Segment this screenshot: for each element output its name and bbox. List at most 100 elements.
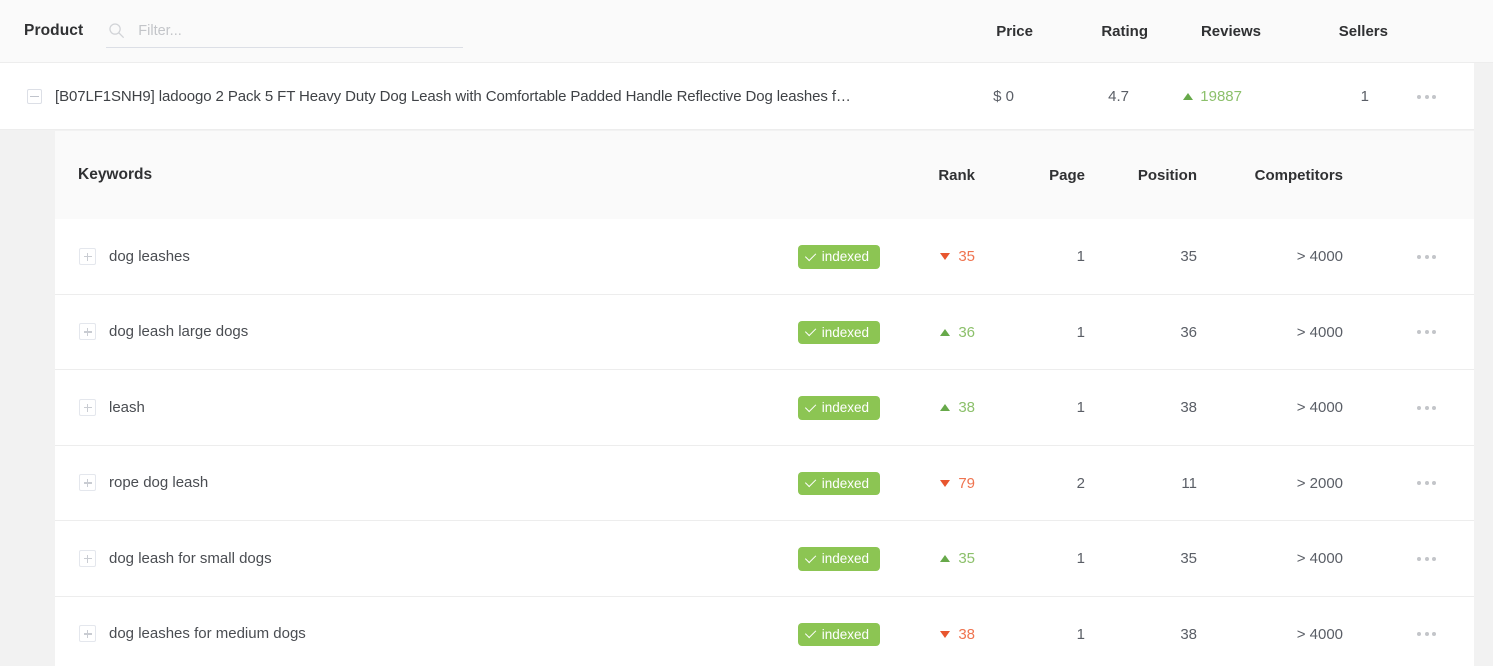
trend-up-icon — [1183, 93, 1194, 100]
expand-row-button[interactable] — [79, 474, 96, 492]
dot — [1432, 405, 1436, 410]
status-badge[interactable]: indexed — [797, 396, 880, 420]
product-sellers: 1 — [1360, 88, 1369, 105]
keyword-row-cells: indexed 35 1 35 > 4000 — [768, 521, 1474, 597]
table-row[interactable]: dog leash for small dogs indexed 35 1 35 > 40… — [55, 521, 1474, 597]
rank-cell: 35 — [888, 248, 1001, 265]
competitors-value: > 2000 — [1296, 474, 1343, 492]
rank-value: 79 — [958, 474, 975, 492]
dot — [1417, 330, 1421, 335]
table-row[interactable]: rope dog leash indexed 79 2 11 > 2000 — [55, 445, 1474, 522]
page-value: 2 — [1076, 474, 1085, 492]
keyword-row-menu-button[interactable] — [1371, 254, 1474, 259]
keyword-label: dog leash for small dogs — [109, 549, 272, 567]
keyword-row-menu-button[interactable] — [1371, 330, 1474, 335]
status-badge[interactable]: indexed — [797, 471, 880, 495]
expand-row-button[interactable] — [79, 247, 96, 265]
status-cell: indexed — [768, 471, 888, 495]
status-badge[interactable]: indexed — [797, 320, 880, 344]
competitors-value: > 4000 — [1296, 399, 1343, 417]
keyword-row-menu-button[interactable] — [1371, 405, 1474, 410]
check-icon — [804, 476, 816, 488]
product-select-checkbox[interactable] — [27, 88, 42, 104]
expand-row-button[interactable] — [79, 323, 96, 341]
competitors-value: > 4000 — [1296, 550, 1343, 568]
column-header-price[interactable]: Price — [913, 23, 1033, 40]
position-value: 11 — [1181, 474, 1197, 492]
dot — [1417, 632, 1421, 637]
dot — [1417, 481, 1421, 486]
product-row-cells: $ 0 4.7 19887 1 — [894, 63, 1474, 130]
keyword-row-menu-button[interactable] — [1371, 481, 1474, 486]
product-column-headers: Price Rating Reviews Sellers — [913, 0, 1493, 63]
dot — [1424, 254, 1429, 259]
position-value: 35 — [1180, 550, 1197, 568]
expand-row-button[interactable] — [79, 549, 96, 567]
expand-row-button[interactable] — [79, 398, 96, 416]
dot — [1417, 94, 1421, 99]
trend-down-icon — [940, 253, 951, 261]
trend-up-icon — [940, 404, 951, 412]
keyword-label: rope dog leash — [109, 474, 209, 492]
dot — [1432, 330, 1436, 335]
dot — [1424, 556, 1429, 561]
dot — [1424, 481, 1429, 486]
status-badge[interactable]: indexed — [797, 245, 880, 269]
competitors-value: > 4000 — [1296, 625, 1343, 643]
column-header-rating[interactable]: Rating — [1033, 23, 1148, 40]
keyword-label: dog leash large dogs — [109, 323, 249, 341]
trend-up-icon — [940, 328, 951, 336]
keywords-section: Keywords Rank Page Position Competitors … — [55, 131, 1474, 666]
column-header-rank[interactable]: Rank — [888, 167, 1001, 184]
keywords-table-header: Keywords Rank Page Position Competitors — [55, 131, 1474, 219]
keyword-row-menu-button[interactable] — [1371, 556, 1474, 561]
product-filter[interactable] — [106, 15, 464, 48]
product-title: [B07LF1SNH9] ladoogo 2 Pack 5 FT Heavy D… — [55, 87, 851, 105]
product-row[interactable]: [B07LF1SNH9] ladoogo 2 Pack 5 FT Heavy D… — [0, 63, 1474, 130]
rank-cell: 38 — [888, 399, 1001, 416]
table-row[interactable]: dog leashes indexed 35 1 35 > 4000 — [55, 219, 1474, 295]
check-icon — [804, 400, 816, 412]
rank-cell: 35 — [888, 550, 1001, 567]
product-row-menu-button[interactable] — [1369, 94, 1474, 99]
position-value: 36 — [1180, 323, 1197, 341]
status-badge[interactable]: indexed — [797, 547, 880, 571]
keyword-row-cells: indexed 79 2 11 > 2000 — [768, 446, 1474, 522]
column-header-competitors[interactable]: Competitors — [1223, 167, 1371, 184]
keyword-row-cells: indexed 38 1 38 > 4000 — [768, 597, 1474, 666]
keyword-tracker-page: Product Price Rating Reviews Sellers [B0… — [0, 0, 1493, 666]
rank-cell: 38 — [888, 626, 1001, 643]
column-header-page[interactable]: Page — [1001, 167, 1111, 184]
rank-value: 38 — [958, 399, 975, 417]
status-badge-label: indexed — [821, 324, 869, 340]
rank-value: 38 — [958, 625, 975, 643]
dot — [1432, 94, 1436, 99]
filter-input[interactable] — [138, 22, 464, 39]
position-value: 38 — [1180, 399, 1197, 417]
check-icon — [804, 551, 816, 563]
position-value: 38 — [1180, 625, 1197, 643]
keyword-row-cells: indexed 38 1 38 > 4000 — [768, 370, 1474, 446]
column-header-reviews[interactable]: Reviews — [1148, 23, 1261, 40]
dot — [1432, 556, 1436, 561]
column-header-position[interactable]: Position — [1111, 167, 1223, 184]
product-table-header: Product Price Rating Reviews Sellers — [0, 0, 1493, 63]
keyword-row-menu-button[interactable] — [1371, 632, 1474, 637]
keyword-label: leash — [109, 398, 145, 416]
table-row[interactable]: leash indexed 38 1 38 > 4000 — [55, 370, 1474, 446]
check-icon — [804, 627, 816, 639]
status-badge[interactable]: indexed — [797, 622, 880, 646]
status-cell: indexed — [768, 245, 888, 269]
competitors-value: > 4000 — [1296, 323, 1343, 341]
page-value: 1 — [1076, 248, 1085, 266]
table-row[interactable]: dog leash large dogs indexed 36 1 36 > 4000 — [55, 294, 1474, 370]
check-icon — [804, 249, 816, 261]
dot — [1424, 94, 1429, 99]
keywords-column-headers: Rank Page Position Competitors — [768, 131, 1474, 219]
product-price: $ 0 — [993, 88, 1014, 105]
product-reviews: 19887 — [1129, 88, 1242, 105]
column-header-sellers[interactable]: Sellers — [1261, 23, 1388, 40]
table-row[interactable]: dog leashes for medium dogs indexed 38 1 38 >… — [55, 596, 1474, 666]
page-value: 1 — [1076, 399, 1085, 417]
expand-row-button[interactable] — [79, 625, 96, 643]
